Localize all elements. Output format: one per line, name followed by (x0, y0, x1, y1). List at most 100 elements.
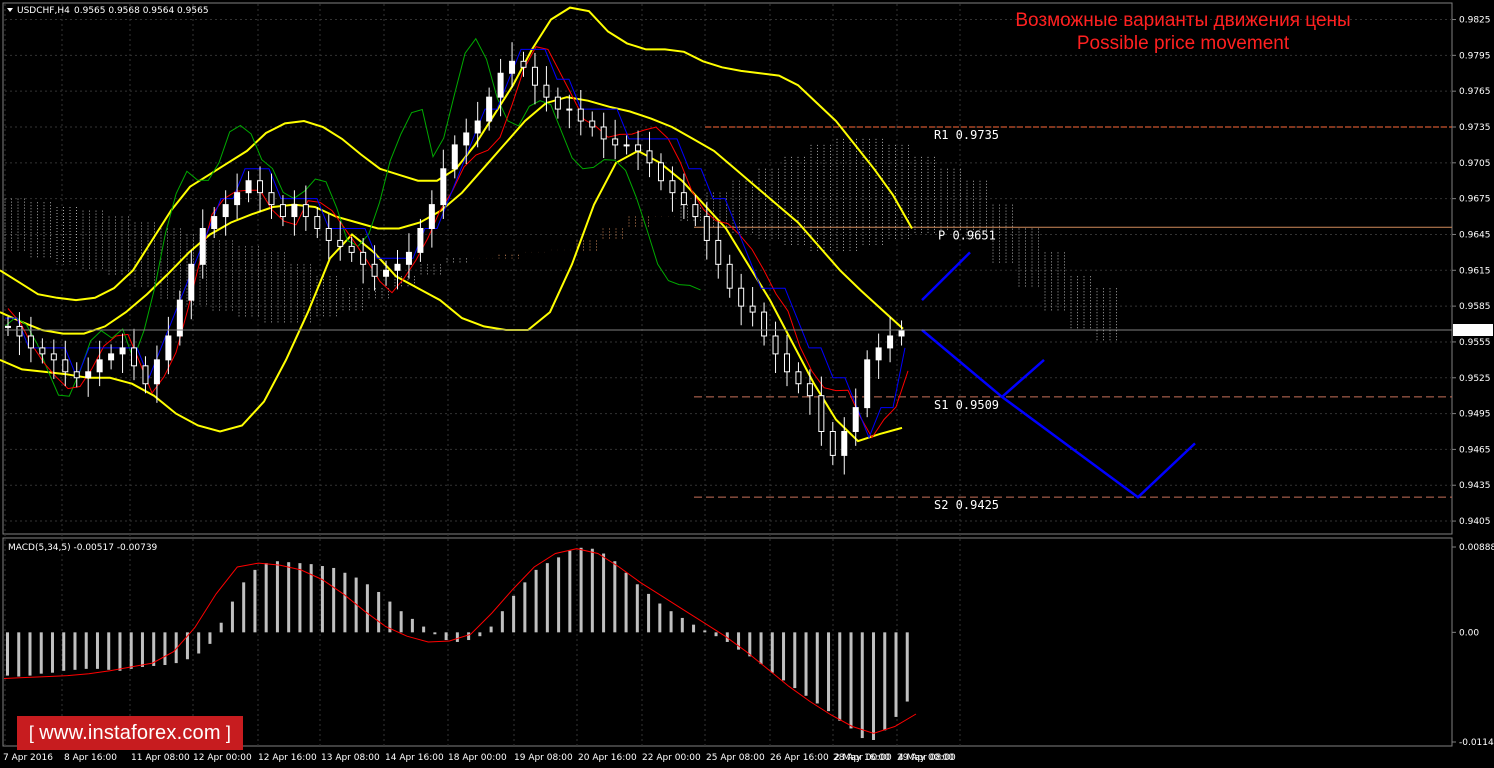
macd-bar (579, 547, 583, 633)
time-tick-label: 22 Apr 00:00 (642, 753, 701, 763)
macd-bar (444, 632, 448, 641)
candle-body (898, 329, 905, 337)
candle-body (486, 96, 493, 122)
candle-body (176, 299, 183, 337)
macd-bar (770, 632, 774, 673)
candle-body (520, 60, 527, 68)
candle-body (405, 251, 412, 265)
candle-body (394, 263, 401, 271)
candle-body (85, 371, 92, 379)
macd-bar (838, 632, 842, 721)
candle-body (325, 227, 332, 241)
candle-body (337, 239, 344, 247)
candle-body (680, 192, 687, 206)
chart-canvas[interactable]: R1 0.9735 P 0.9651 S1 0.9509 S2 0.9425 0.00… (0, 0, 1494, 768)
macd-bar (208, 632, 212, 644)
brand-text: www.instaforex.com (39, 721, 221, 744)
macd-bar (422, 626, 426, 633)
macd-bar (129, 632, 133, 669)
macd-bar (860, 632, 864, 739)
macd-bar (635, 584, 639, 633)
price-tick-label: 0.9495 (1459, 410, 1491, 420)
header-triangle-icon[interactable] (7, 8, 13, 12)
macd-bar (815, 632, 819, 704)
candle-body (428, 204, 435, 229)
candle-body (62, 359, 69, 373)
macd-bar (804, 632, 808, 696)
time-tick-label: 25 Apr 08:00 (706, 753, 765, 763)
macd-bar (84, 632, 88, 669)
macd-bar (377, 591, 381, 633)
candle-body (73, 371, 80, 379)
candle-body (27, 335, 34, 349)
candle-body (417, 227, 424, 253)
macd-bar (17, 632, 21, 677)
macd-bar (365, 584, 369, 633)
macd-bar (140, 632, 144, 667)
time-tick-label: 20 Apr 16:00 (578, 753, 637, 763)
time-tick-label: 8 Apr 16:00 (64, 753, 117, 763)
macd-bar (197, 632, 201, 654)
candle-body (509, 60, 516, 74)
macd-bar (748, 632, 752, 657)
bollinger-middle-line (0, 96, 904, 335)
macd-tick-label: 0.00 (1459, 628, 1479, 638)
price-tick-label: 0.9615 (1459, 266, 1491, 276)
candle-body (818, 395, 825, 432)
candle-body (726, 263, 733, 289)
candle-body (887, 335, 894, 349)
candle-body (153, 359, 160, 385)
macd-bar (478, 632, 482, 637)
candle-body (50, 353, 57, 361)
macd-bar (534, 569, 538, 633)
candle-body (841, 430, 848, 456)
macd-bar (500, 611, 504, 633)
price-tick-label: 0.9465 (1459, 445, 1491, 455)
candle-body (829, 430, 836, 456)
macd-signal-line (3, 548, 917, 734)
candle-body (669, 180, 676, 194)
macd-frame (2, 537, 1453, 747)
macd-bar (95, 632, 99, 669)
time-tick-label: 11 Apr 08:00 (131, 753, 190, 763)
macd-label: MACD(5,34,5) -0.00517 -0.00739 (8, 543, 158, 553)
price-axis: 0.9825 0.9795 0.9765 0.9735 0.9705 0.9675 0.96… (5, 16, 1493, 527)
annotation-ru: Возможные варианты движения цены (1015, 10, 1350, 31)
candle-body (211, 216, 218, 229)
macd-bar (883, 632, 887, 731)
candle-body (360, 251, 367, 265)
macd-bar (50, 632, 54, 673)
macd-bar (590, 548, 594, 633)
macd-bar (343, 572, 347, 633)
candle-body (314, 216, 321, 229)
instaforex-logo[interactable]: [ www.instaforex.com ] (17, 716, 243, 750)
macd-bar (849, 632, 853, 729)
macd-bar (523, 582, 527, 633)
candle-body (39, 347, 46, 355)
price-tick-label: 0.9765 (1459, 87, 1491, 97)
forecast-path-down (921, 329, 1196, 499)
macd-bar (703, 630, 707, 633)
candle-body (371, 263, 378, 277)
macd-bar (759, 632, 763, 665)
time-axis: 7 Apr 2016 8 Apr 16:00 11 Apr 08:00 12 Apr … (3, 753, 956, 763)
candle-body (646, 150, 653, 164)
macd-bar (152, 632, 156, 666)
macd-bar (658, 603, 662, 633)
candle-body (199, 227, 206, 265)
candle-body (257, 180, 264, 194)
macd-bar (545, 563, 549, 633)
macd-bar (714, 632, 718, 637)
candle-body (806, 383, 813, 397)
candle-body (245, 180, 252, 194)
candle-body (715, 239, 722, 265)
candle-body (543, 84, 550, 98)
candle-body (96, 359, 103, 373)
price-tick-label: 0.9645 (1459, 230, 1491, 240)
macd-bar (680, 617, 684, 633)
candle-body (783, 353, 790, 373)
macd-bar (264, 563, 268, 633)
candle-body (142, 365, 149, 385)
candle-body (497, 72, 504, 98)
candle-body (864, 359, 871, 409)
